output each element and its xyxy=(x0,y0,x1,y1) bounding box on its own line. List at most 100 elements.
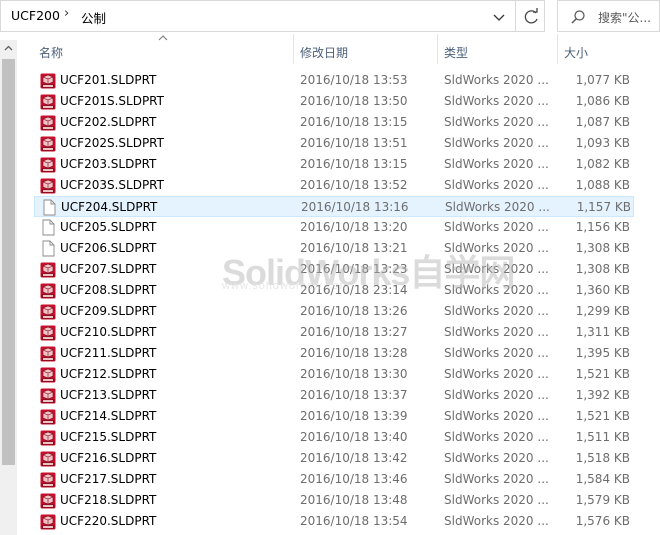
file-size: 1,579 KB xyxy=(575,493,630,507)
file-type: SldWorks 2020 ... xyxy=(444,367,549,381)
file-name: UCF205.SLDPRT xyxy=(60,220,157,234)
file-row[interactable]: UCF204.SLDPRT 2016/10/18 13:16 SldWorks 20… xyxy=(34,196,634,217)
solidworks-part-icon xyxy=(40,261,56,278)
file-name: UCF201S.SLDPRT xyxy=(60,94,164,108)
column-header-type-label: 类型 xyxy=(444,46,469,60)
column-header-date-label: 修改日期 xyxy=(300,46,349,60)
file-date: 2016/10/18 13:30 xyxy=(300,367,408,381)
column-header-name-label: 名称 xyxy=(39,46,64,60)
file-type: SldWorks 2020 ... xyxy=(444,115,549,129)
file-row[interactable]: UCF203.SLDPRT 2016/10/18 13:15 SldWorks 20… xyxy=(34,154,634,175)
file-row[interactable]: UCF202.SLDPRT 2016/10/18 13:15 SldWorks 20… xyxy=(34,112,634,133)
breadcrumb-separator-icon[interactable]: › xyxy=(64,6,69,21)
solidworks-part-icon xyxy=(40,114,56,131)
file-name: UCF204.SLDPRT xyxy=(61,200,158,214)
scrollbar-thumb[interactable] xyxy=(2,59,15,465)
file-row[interactable]: UCF201S.SLDPRT 2016/10/18 13:50 SldWorks 2… xyxy=(34,91,634,112)
file-type: SldWorks 2020 ... xyxy=(444,73,549,87)
file-row[interactable]: UCF209.SLDPRT 2016/10/18 13:26 SldWorks 20… xyxy=(34,301,634,322)
file-size: 1,308 KB xyxy=(575,241,630,255)
file-date: 2016/10/18 13:54 xyxy=(300,514,408,528)
vertical-scrollbar[interactable] xyxy=(0,40,17,535)
scroll-up-icon[interactable] xyxy=(0,40,17,57)
solidworks-part-icon xyxy=(40,93,56,110)
file-row[interactable]: UCF217.SLDPRT 2016/10/18 13:46 SldWorks 20… xyxy=(34,469,634,490)
file-date: 2016/10/18 13:50 xyxy=(300,94,408,108)
file-row[interactable]: UCF205.SLDPRT 2016/10/18 13:20 SldWorks 20… xyxy=(34,217,634,238)
file-type: SldWorks 2020 ... xyxy=(444,157,549,171)
file-date: 2016/10/18 13:42 xyxy=(300,451,408,465)
file-date: 2016/10/18 13:52 xyxy=(300,178,408,192)
solidworks-part-icon xyxy=(40,72,56,89)
file-name: UCF202S.SLDPRT xyxy=(60,136,164,150)
toolbar: UCF200 › 公制 搜索"公... xyxy=(0,0,660,33)
file-row[interactable]: UCF220.SLDPRT 2016/10/18 13:54 SldWorks 20… xyxy=(34,511,634,532)
file-size: 1,392 KB xyxy=(575,388,630,402)
file-row[interactable]: UCF218.SLDPRT 2016/10/18 13:48 SldWorks 20… xyxy=(34,490,634,511)
file-date: 2016/10/18 13:37 xyxy=(300,388,408,402)
solidworks-part-icon xyxy=(40,492,56,509)
file-row[interactable]: UCF215.SLDPRT 2016/10/18 13:40 SldWorks 20… xyxy=(34,427,634,448)
address-dropdown-icon[interactable] xyxy=(490,7,508,27)
file-size: 1,088 KB xyxy=(575,178,630,192)
solidworks-part-icon xyxy=(40,135,56,152)
file-row[interactable]: UCF208.SLDPRT 2016/10/18 23:14 SldWorks 20… xyxy=(34,280,634,301)
file-row[interactable]: UCF212.SLDPRT 2016/10/18 13:30 SldWorks 20… xyxy=(34,364,634,385)
file-type: SldWorks 2020 ... xyxy=(444,94,549,108)
file-size: 1,518 KB xyxy=(575,451,630,465)
column-header-type[interactable]: 类型 xyxy=(438,35,556,67)
file-name: UCF202.SLDPRT xyxy=(60,115,157,129)
file-name: UCF215.SLDPRT xyxy=(60,430,157,444)
file-size: 1,087 KB xyxy=(575,115,630,129)
file-type: SldWorks 2020 ... xyxy=(444,430,549,444)
file-row[interactable]: UCF210.SLDPRT 2016/10/18 13:27 SldWorks 20… xyxy=(34,322,634,343)
file-size: 1,308 KB xyxy=(575,262,630,276)
address-bar[interactable]: UCF200 › 公制 xyxy=(0,0,545,32)
file-date: 2016/10/18 13:15 xyxy=(300,115,408,129)
file-row[interactable]: UCF202S.SLDPRT 2016/10/18 13:51 SldWorks 2… xyxy=(34,133,634,154)
file-type: SldWorks 2020 ... xyxy=(444,220,549,234)
file-row[interactable]: UCF207.SLDPRT 2016/10/18 13:23 SldWorks 20… xyxy=(34,259,634,280)
file-size: 1,082 KB xyxy=(575,157,630,171)
file-type: SldWorks 2020 ... xyxy=(444,451,549,465)
column-header-name[interactable]: 名称 xyxy=(34,35,292,67)
file-row[interactable]: UCF214.SLDPRT 2016/10/18 13:39 SldWorks 20… xyxy=(34,406,634,427)
solidworks-part-icon xyxy=(40,177,56,194)
solidworks-part-icon xyxy=(40,429,56,446)
file-date: 2016/10/18 13:23 xyxy=(300,262,408,276)
solidworks-part-icon xyxy=(40,345,56,362)
file-row[interactable]: UCF216.SLDPRT 2016/10/18 13:42 SldWorks 20… xyxy=(34,448,634,469)
file-row[interactable]: UCF201.SLDPRT 2016/10/18 13:53 SldWorks 20… xyxy=(34,70,634,91)
file-row[interactable]: UCF206.SLDPRT 2016/10/18 13:21 SldWorks 20… xyxy=(34,238,634,259)
file-size: 1,521 KB xyxy=(575,367,630,381)
file-date: 2016/10/18 13:39 xyxy=(300,409,408,423)
file-name: UCF206.SLDPRT xyxy=(60,241,157,255)
file-type: SldWorks 2020 ... xyxy=(444,241,549,255)
file-row[interactable]: UCF211.SLDPRT 2016/10/18 13:28 SldWorks 20… xyxy=(34,343,634,364)
search-input[interactable]: 搜索"公... xyxy=(557,0,660,32)
file-type: SldWorks 2020 ... xyxy=(444,136,549,150)
file-date: 2016/10/18 13:40 xyxy=(300,430,408,444)
solidworks-part-icon xyxy=(40,303,56,320)
file-row[interactable]: UCF203S.SLDPRT 2016/10/18 13:52 SldWorks 2… xyxy=(34,175,634,196)
file-size: 1,521 KB xyxy=(575,409,630,423)
file-name: UCF210.SLDPRT xyxy=(60,325,157,339)
breadcrumb-current[interactable]: 公制 xyxy=(81,8,106,27)
file-date: 2016/10/18 13:51 xyxy=(300,136,408,150)
file-date: 2016/10/18 13:26 xyxy=(300,304,408,318)
column-header-date[interactable]: 修改日期 xyxy=(294,35,436,67)
file-size: 1,299 KB xyxy=(575,304,630,318)
file-size: 1,311 KB xyxy=(575,325,630,339)
file-name: UCF207.SLDPRT xyxy=(60,262,157,276)
file-name: UCF213.SLDPRT xyxy=(60,388,157,402)
breadcrumb-ucf200[interactable]: UCF200 xyxy=(11,8,60,23)
file-name: UCF203S.SLDPRT xyxy=(60,178,164,192)
column-header-size[interactable]: 大小 xyxy=(558,35,658,67)
file-size: 1,157 KB xyxy=(576,200,631,214)
file-size: 1,086 KB xyxy=(575,94,630,108)
file-name: UCF220.SLDPRT xyxy=(60,514,157,528)
file-row[interactable]: UCF213.SLDPRT 2016/10/18 13:37 SldWorks 20… xyxy=(34,385,634,406)
file-size: 1,360 KB xyxy=(575,283,630,297)
refresh-icon[interactable] xyxy=(519,4,543,30)
file-type: SldWorks 2020 ... xyxy=(444,409,549,423)
